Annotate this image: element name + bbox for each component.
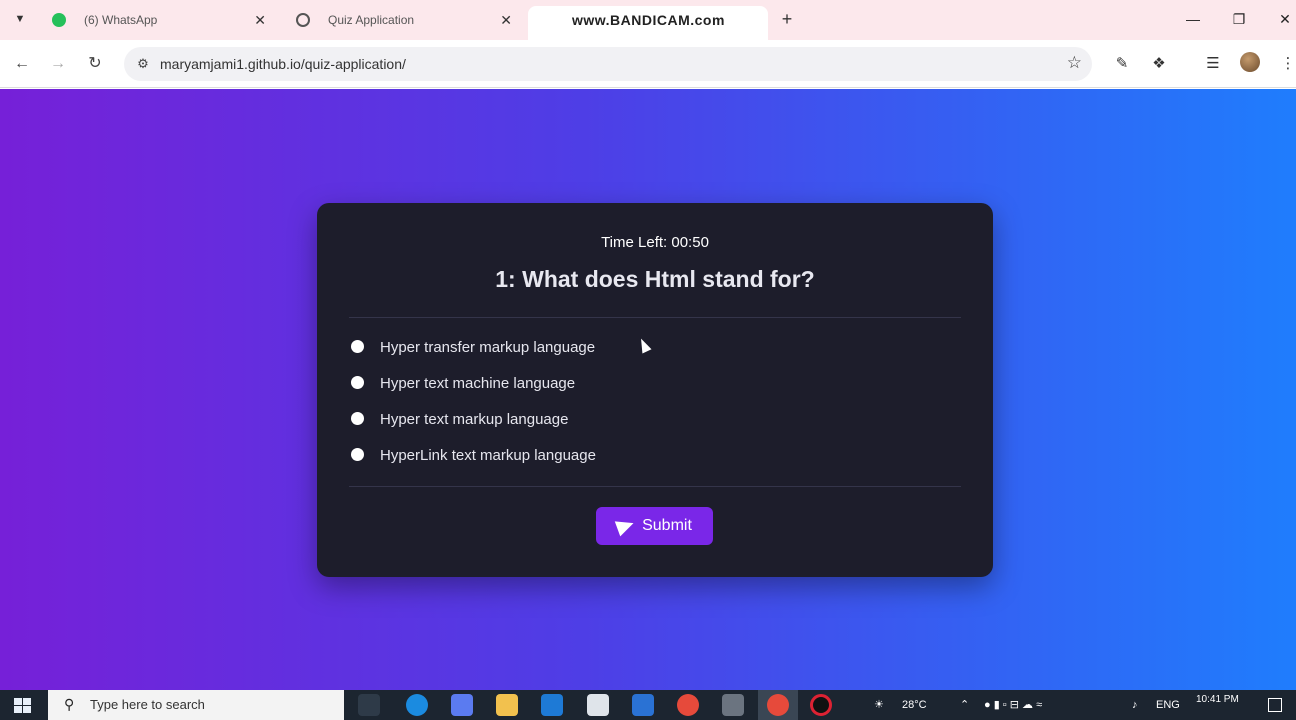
quiz-card: Time Left: 00:50 1: What does Html stand… <box>317 203 993 577</box>
language-indicator[interactable]: ENG <box>1156 690 1180 720</box>
reload-icon[interactable]: ↻ <box>83 52 107 76</box>
answer-option[interactable]: HyperLink text markup language <box>351 444 951 480</box>
profile-avatar[interactable] <box>1240 52 1260 72</box>
weather-text[interactable]: 28°C <box>902 690 927 720</box>
edge-browser-icon[interactable] <box>406 694 428 716</box>
globe-icon <box>296 13 310 27</box>
close-icon[interactable]: ✕ <box>254 6 266 34</box>
chrome-icon[interactable] <box>677 694 699 716</box>
tray-chevron-icon[interactable]: ⌃ <box>960 690 969 720</box>
answer-option[interactable]: Hyper text machine language <box>351 372 951 408</box>
tab-label: (6) WhatsApp <box>84 13 158 27</box>
address-url[interactable]: maryamjami1.github.io/quiz-application/ <box>160 47 406 81</box>
store-icon[interactable] <box>587 694 609 716</box>
mail-icon[interactable] <box>632 694 654 716</box>
kebab-menu-icon[interactable]: ⋮ <box>1276 52 1296 76</box>
radio-button[interactable] <box>351 412 364 425</box>
answer-option[interactable]: Hyper text markup language <box>351 408 951 444</box>
media-app-icon[interactable] <box>722 694 744 716</box>
new-tab-button[interactable]: + <box>777 8 797 30</box>
clock-time[interactable]: 10:41 PM <box>1196 694 1239 705</box>
restore-icon[interactable]: ❐ <box>1224 8 1254 30</box>
volume-icon[interactable]: ♪ <box>1132 690 1138 720</box>
answer-label[interactable]: Hyper text markup language <box>380 411 568 428</box>
answer-options: Hyper transfer markup language Hyper tex… <box>351 336 951 480</box>
divider <box>349 317 961 318</box>
extensions-puzzle-icon[interactable]: ❖ <box>1147 52 1171 76</box>
whatsapp-icon <box>52 13 66 27</box>
windows-taskbar: ⚲ Type here to search ☀ 28°C ⌃ ● ▮ ▫ ⊟ ☁… <box>0 690 1296 720</box>
media-controls-icon[interactable]: ☰ <box>1201 52 1225 76</box>
radio-button[interactable] <box>351 376 364 389</box>
tab-search-chevron-icon[interactable]: ▼ <box>8 8 32 30</box>
answer-label[interactable]: Hyper text machine language <box>380 375 575 392</box>
radio-button[interactable] <box>351 448 364 461</box>
tray-apps-icon[interactable]: ● ▮ ▫ ⊟ ☁ ≈ <box>984 690 1042 720</box>
tab-active-watermark[interactable]: www.BANDICAM.com <box>528 6 768 40</box>
page-background: Time Left: 00:50 1: What does Html stand… <box>0 89 1296 690</box>
paper-plane-icon <box>614 515 637 537</box>
bandicam-watermark: www.BANDICAM.com <box>572 12 725 28</box>
divider <box>349 486 961 487</box>
submit-button[interactable]: Submit <box>596 507 713 545</box>
timer-text: Time Left: 00:50 <box>601 234 709 251</box>
tab-label: Quiz Application <box>328 13 415 27</box>
minimize-icon[interactable]: — <box>1178 8 1208 30</box>
window-close-icon[interactable]: ✕ <box>1270 8 1296 30</box>
browser-toolbar: ← → ↻ ⚙ maryamjami1.github.io/quiz-appli… <box>0 40 1296 88</box>
tab-quiz-application[interactable]: Quiz Application ✕ <box>284 6 524 34</box>
taskbar-search-input[interactable]: ⚲ Type here to search <box>48 690 344 720</box>
windows-start-icon[interactable] <box>14 698 32 714</box>
answer-label[interactable]: HyperLink text markup language <box>380 447 596 464</box>
search-placeholder: Type here to search <box>90 697 205 712</box>
chrome-active-icon[interactable] <box>767 694 789 716</box>
answer-option[interactable]: Hyper transfer markup language <box>351 336 951 372</box>
pen-extension-icon[interactable]: ✎ <box>1110 52 1134 76</box>
forward-arrow-icon[interactable]: → <box>46 52 70 76</box>
close-icon[interactable]: ✕ <box>500 6 512 34</box>
answer-label[interactable]: Hyper transfer markup language <box>380 339 595 356</box>
search-icon: ⚲ <box>64 696 75 712</box>
task-view-icon[interactable] <box>358 694 380 716</box>
question-title: 1: What does Html stand for? <box>495 266 815 292</box>
notification-icon[interactable] <box>1268 698 1282 712</box>
submit-label: Submit <box>642 516 692 534</box>
vscode-icon[interactable] <box>541 694 563 716</box>
bookmark-star-icon[interactable]: ☆ <box>1067 53 1082 73</box>
site-settings-icon[interactable]: ⚙ <box>134 55 152 73</box>
file-explorer-icon[interactable] <box>496 694 518 716</box>
back-arrow-icon[interactable]: ← <box>10 52 34 76</box>
browser-tab-bar: ▼ (6) WhatsApp ✕ Quiz Application ✕ www.… <box>0 0 1296 40</box>
copilot-icon[interactable] <box>451 694 473 716</box>
address-bar[interactable]: ⚙ maryamjami1.github.io/quiz-application… <box>124 47 1092 81</box>
tab-whatsapp[interactable]: (6) WhatsApp ✕ <box>40 6 278 34</box>
radio-button[interactable] <box>351 340 364 353</box>
weather-icon: ☀ <box>874 699 884 711</box>
record-icon[interactable] <box>810 694 832 716</box>
